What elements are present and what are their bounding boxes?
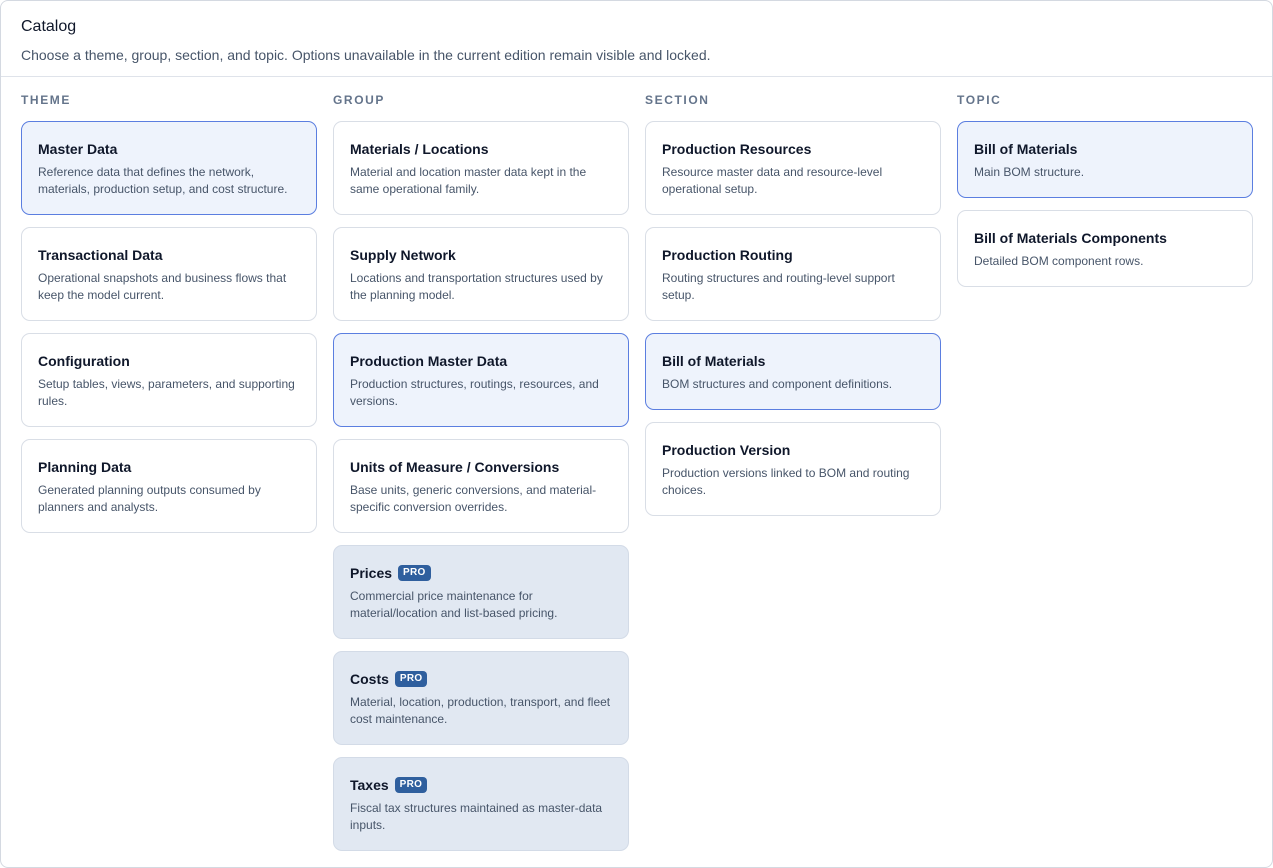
card-title: Production Routing	[662, 247, 793, 263]
card-description: BOM structures and component definitions…	[662, 377, 893, 391]
topic-card-bill-of-materials[interactable]: Bill of Materials Main BOM structure.	[957, 121, 1253, 198]
group-column-heading: GROUP	[333, 93, 386, 107]
theme-column: THEME Master Data Reference data that de…	[21, 78, 317, 867]
card-title: Costs	[350, 671, 389, 687]
card-title: Bill of Materials	[974, 141, 1078, 157]
card-description: Production versions linked to BOM and ro…	[662, 466, 910, 497]
card-title: Production Master Data	[350, 353, 508, 369]
group-card-materials-locations[interactable]: Materials / Locations Material and locat…	[333, 121, 629, 215]
catalog-header: Catalog Choose a theme, group, section, …	[1, 1, 1272, 77]
theme-card-planning-data[interactable]: Planning Data Generated planning outputs…	[21, 439, 317, 533]
section-card-production-version[interactable]: Production Version Production versions l…	[645, 422, 941, 516]
card-description: Main BOM structure.	[974, 165, 1085, 179]
card-title: Bill of Materials Components	[974, 230, 1167, 246]
card-description: Commercial price maintenance for materia…	[350, 589, 558, 620]
card-title: Master Data	[38, 141, 118, 157]
theme-card-master-data[interactable]: Master Data Reference data that defines …	[21, 121, 317, 215]
pro-badge: PRO	[394, 777, 428, 793]
group-card-prices[interactable]: Prices PRO Commercial price maintenance …	[333, 545, 629, 639]
card-description: Resource master data and resource-level …	[662, 165, 883, 196]
catalog-columns: THEME Master Data Reference data that de…	[21, 78, 1253, 867]
group-card-taxes[interactable]: Taxes PRO Fiscal tax structures maintain…	[333, 757, 629, 851]
group-list: Materials / Locations Material and locat…	[333, 121, 629, 851]
section-list: Production Resources Resource master dat…	[645, 121, 941, 516]
card-title: Taxes	[350, 777, 389, 793]
page-subtitle: Choose a theme, group, section, and topi…	[21, 47, 711, 63]
topic-column-heading: TOPIC	[957, 93, 1002, 107]
catalog-panel: Catalog Choose a theme, group, section, …	[0, 0, 1273, 868]
card-description: Reference data that defines the network,…	[38, 165, 288, 196]
theme-card-configuration[interactable]: Configuration Setup tables, views, param…	[21, 333, 317, 427]
card-title: Configuration	[38, 353, 130, 369]
card-title: Production Resources	[662, 141, 812, 157]
card-title: Production Version	[662, 442, 791, 458]
pro-badge: PRO	[398, 565, 431, 581]
group-card-production-master-data[interactable]: Production Master Data Production struct…	[333, 333, 629, 427]
card-description: Fiscal tax structures maintained as mast…	[350, 801, 603, 832]
theme-list: Master Data Reference data that defines …	[21, 121, 317, 533]
card-description: Production structures, routings, resourc…	[350, 377, 599, 408]
card-description: Material and location master data kept i…	[350, 165, 587, 196]
section-column-heading: SECTION	[645, 93, 710, 107]
section-card-bill-of-materials[interactable]: Bill of Materials BOM structures and com…	[645, 333, 941, 410]
group-card-supply-network[interactable]: Supply Network Locations and transportat…	[333, 227, 629, 321]
theme-card-transactional-data[interactable]: Transactional Data Operational snapshots…	[21, 227, 317, 321]
section-column: SECTION Production Resources Resource ma…	[645, 78, 941, 867]
topic-column: TOPIC Bill of Materials Main BOM structu…	[957, 78, 1253, 867]
page-title: Catalog	[21, 18, 77, 35]
topic-list: Bill of Materials Main BOM structure. Bi…	[957, 121, 1253, 287]
card-description: Detailed BOM component rows.	[974, 254, 1144, 268]
card-description: Base units, generic conversions, and mat…	[350, 483, 597, 514]
card-title: Planning Data	[38, 459, 132, 475]
card-title: Bill of Materials	[662, 353, 766, 369]
pro-badge: PRO	[394, 671, 428, 687]
card-description: Generated planning outputs consumed by p…	[38, 483, 261, 514]
theme-column-heading: THEME	[21, 93, 71, 107]
section-card-production-routing[interactable]: Production Routing Routing structures an…	[645, 227, 941, 321]
topic-card-bill-of-materials-components[interactable]: Bill of Materials Components Detailed BO…	[957, 210, 1253, 287]
card-description: Routing structures and routing-level sup…	[662, 271, 895, 302]
card-description: Locations and transportation structures …	[350, 271, 603, 302]
card-description: Setup tables, views, parameters, and sup…	[38, 377, 295, 408]
card-description: Operational snapshots and business flows…	[38, 271, 287, 302]
card-description: Material, location, production, transpor…	[350, 695, 611, 726]
card-title: Transactional Data	[38, 247, 163, 263]
group-card-units-of-measure[interactable]: Units of Measure / Conversions Base unit…	[333, 439, 629, 533]
card-title: Prices	[350, 565, 393, 581]
card-title: Materials / Locations	[350, 141, 489, 157]
group-column: GROUP Materials / Locations Material and…	[333, 78, 629, 867]
group-card-costs[interactable]: Costs PRO Material, location, production…	[333, 651, 629, 745]
card-title: Supply Network	[350, 247, 456, 263]
section-card-production-resources[interactable]: Production Resources Resource master dat…	[645, 121, 941, 215]
card-title: Units of Measure / Conversions	[350, 459, 560, 475]
